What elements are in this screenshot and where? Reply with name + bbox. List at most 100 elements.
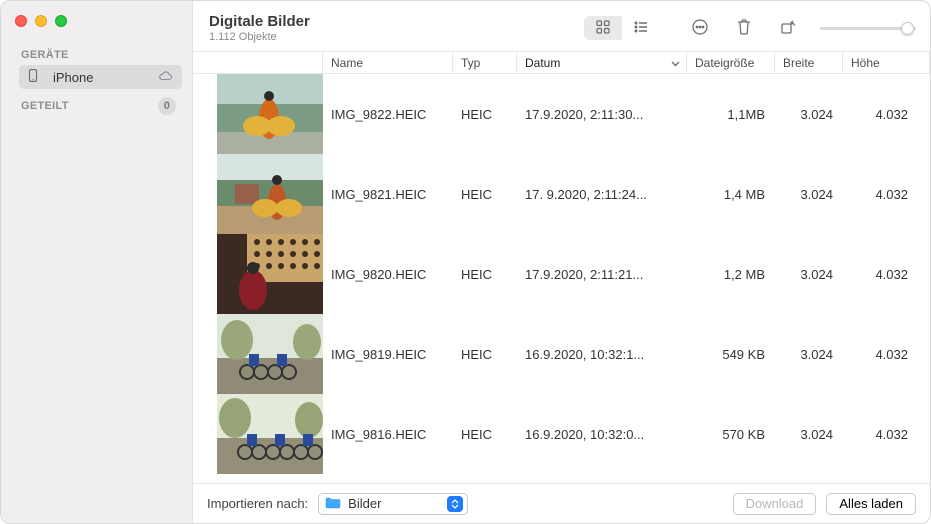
col-name-label: Name (331, 56, 363, 70)
cell-name: IMG_9822.HEIC (323, 107, 453, 122)
sidebar-section-devices: GERÄTE iPhone (1, 41, 192, 89)
slider-knob[interactable] (901, 22, 914, 35)
cell-width: 3.024 (775, 187, 843, 202)
more-actions-button[interactable] (682, 15, 718, 41)
title-block: Digitale Bilder 1.112 Objekte (209, 13, 310, 43)
toolbar: Digitale Bilder 1.112 Objekte (193, 1, 930, 51)
cell-height: 4.032 (843, 187, 930, 202)
table-row[interactable]: IMG_9820.HEIC HEIC 17.9.2020, 2:11:21...… (193, 234, 930, 314)
col-height-label: Höhe (851, 56, 880, 70)
sidebar-heading-label: GETEILT (21, 100, 69, 112)
col-date[interactable]: Datum (517, 52, 687, 73)
item-count: 1.112 Objekte (209, 31, 310, 43)
thumbnail (217, 394, 323, 474)
cell-date: 17. 9.2020, 2:11:24... (517, 187, 687, 202)
folder-icon (325, 496, 341, 512)
cell-width: 3.024 (775, 267, 843, 282)
col-width[interactable]: Breite (775, 52, 843, 73)
cell-size: 549 KB (687, 347, 775, 362)
col-width-label: Breite (783, 56, 814, 70)
col-type[interactable]: Typ (453, 52, 517, 73)
col-thumbnail[interactable] (193, 52, 323, 73)
table-body[interactable]: IMG_9822.HEIC HEIC 17.9.2020, 2:11:30...… (193, 74, 930, 483)
destination-value: Bilder (348, 496, 440, 511)
cell-size: 570 KB (687, 427, 775, 442)
ellipsis-circle-icon (691, 18, 709, 39)
sidebar-item-iphone[interactable]: iPhone (19, 65, 182, 89)
smartphone-icon (27, 69, 45, 85)
cell-type: HEIC (453, 107, 517, 122)
app-window: GERÄTE iPhone GETEILT 0 Digitale Bil (0, 0, 931, 524)
destination-select[interactable]: Bilder (318, 493, 468, 515)
table-row[interactable]: IMG_9819.HEIC HEIC 16.9.2020, 10:32:1...… (193, 314, 930, 394)
cell-name: IMG_9819.HEIC (323, 347, 453, 362)
sidebar-section-shared: GETEILT 0 (1, 89, 192, 119)
cell-name: IMG_9820.HEIC (323, 267, 453, 282)
cell-date: 17.9.2020, 2:11:30... (517, 107, 687, 122)
delete-button[interactable] (726, 15, 762, 41)
table-row[interactable]: IMG_9821.HEIC HEIC 17. 9.2020, 2:11:24..… (193, 154, 930, 234)
download-button[interactable]: Download (733, 493, 817, 515)
table-row[interactable]: IMG_9816.HEIC HEIC 16.9.2020, 10:32:0...… (193, 394, 930, 474)
rotate-button[interactable] (770, 15, 806, 41)
col-name[interactable]: Name (323, 52, 453, 73)
sidebar: GERÄTE iPhone GETEILT 0 (1, 1, 193, 523)
col-type-label: Typ (461, 56, 480, 70)
trash-icon (736, 18, 752, 39)
cell-date: 17.9.2020, 2:11:21... (517, 267, 687, 282)
rotate-icon (779, 18, 797, 39)
cell-width: 3.024 (775, 427, 843, 442)
shared-count-badge: 0 (158, 97, 176, 115)
cell-size: 1,4 MB (687, 187, 775, 202)
cell-height: 4.032 (843, 427, 930, 442)
main-pane: Digitale Bilder 1.112 Objekte (193, 1, 930, 523)
window-controls (1, 1, 192, 41)
close-window-button[interactable] (15, 15, 27, 27)
cell-type: HEIC (453, 347, 517, 362)
sidebar-heading-label: GERÄTE (21, 49, 69, 61)
cell-size: 1,1MB (687, 107, 775, 122)
footer-bar: Importieren nach: Bilder Download Alles … (193, 483, 930, 523)
cell-date: 16.9.2020, 10:32:1... (517, 347, 687, 362)
zoom-window-button[interactable] (55, 15, 67, 27)
cell-width: 3.024 (775, 107, 843, 122)
chevron-down-icon (671, 56, 680, 70)
cell-type: HEIC (453, 267, 517, 282)
thumbnail (217, 74, 323, 154)
cell-type: HEIC (453, 427, 517, 442)
cell-name: IMG_9821.HEIC (323, 187, 453, 202)
minimize-window-button[interactable] (35, 15, 47, 27)
cell-type: HEIC (453, 187, 517, 202)
sidebar-heading-devices: GERÄTE (19, 45, 182, 65)
list-view-button[interactable] (622, 16, 660, 40)
view-mode-segmented (584, 16, 660, 40)
sidebar-heading-shared: GETEILT 0 (19, 93, 182, 119)
grid-view-button[interactable] (584, 16, 622, 40)
thumbnail (217, 234, 323, 314)
cell-width: 3.024 (775, 347, 843, 362)
cell-date: 16.9.2020, 10:32:0... (517, 427, 687, 442)
import-to-label: Importieren nach: (207, 496, 308, 511)
col-date-label: Datum (525, 56, 560, 70)
image-table: Name Typ Datum Dateigröße Breite Höhe (193, 51, 930, 483)
list-icon (633, 19, 649, 38)
window-title: Digitale Bilder (209, 13, 310, 30)
select-stepper-icon (447, 496, 463, 512)
cell-height: 4.032 (843, 267, 930, 282)
cell-height: 4.032 (843, 347, 930, 362)
cell-size: 1,2 MB (687, 267, 775, 282)
col-height[interactable]: Höhe (843, 52, 930, 73)
table-row[interactable]: IMG_9822.HEIC HEIC 17.9.2020, 2:11:30...… (193, 74, 930, 154)
thumbnail (217, 314, 323, 394)
import-all-button[interactable]: Alles laden (826, 493, 916, 515)
table-header: Name Typ Datum Dateigröße Breite Höhe (193, 51, 930, 74)
col-filesize[interactable]: Dateigröße (687, 52, 775, 73)
grid-icon (595, 19, 611, 38)
cell-name: IMG_9816.HEIC (323, 427, 453, 442)
cell-height: 4.032 (843, 107, 930, 122)
thumbnail (217, 154, 323, 234)
sidebar-item-label: iPhone (53, 70, 149, 85)
cloud-icon (157, 70, 174, 85)
col-filesize-label: Dateigröße (695, 56, 754, 70)
thumbnail-size-slider[interactable] (820, 18, 916, 38)
